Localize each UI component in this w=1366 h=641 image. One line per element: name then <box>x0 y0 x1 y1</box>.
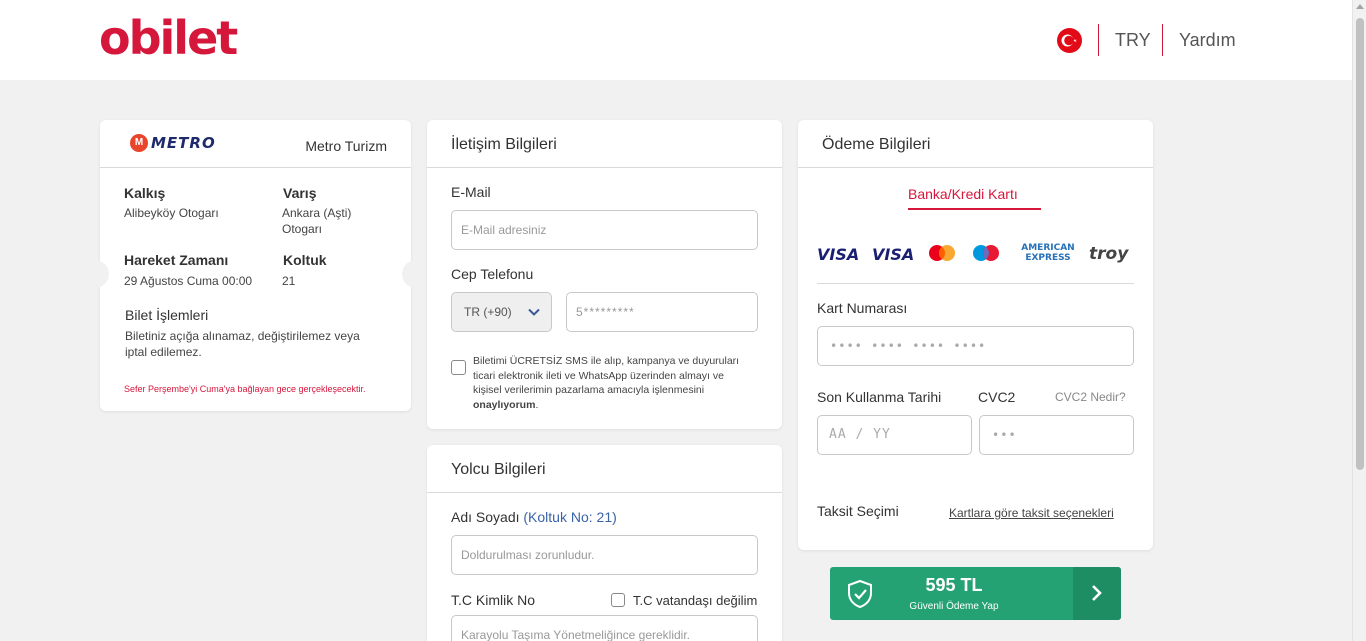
cvc-help-link[interactable]: CVC2 Nedir? <box>1055 390 1126 404</box>
tab-bank-credit-card[interactable]: Banka/Kredi Kartı <box>908 186 1018 202</box>
arrival-value-line1: Ankara (Aşti) <box>282 206 352 220</box>
mastercard-logo-icon <box>929 245 955 261</box>
consent-end: . <box>535 398 539 411</box>
page-scrollbar[interactable] <box>1352 0 1366 641</box>
contact-info-card: İletişim Bilgileri E-Mail E-Mail adresin… <box>427 120 782 429</box>
arrival-label: Varış <box>283 185 317 201</box>
ticket-operations-text-1: Biletiniz açığa alınamaz, değiştirilemez… <box>125 329 360 343</box>
ticket-notch-left <box>91 260 109 288</box>
ticket-notch-right <box>402 260 420 288</box>
country-code-select[interactable]: TR (+90) <box>451 292 552 332</box>
overnight-warning: Sefer Perşembe'yi Cuma'ya bağlayan gece … <box>124 384 366 394</box>
cvc-input[interactable]: ••• <box>979 415 1134 455</box>
card-divider <box>798 167 1153 168</box>
expiry-label: Son Kullanma Tarihi <box>817 389 942 405</box>
installment-options-link[interactable]: Kartlara göre taksit seçenekleri <box>949 506 1114 520</box>
contact-info-title: İletişim Bilgileri <box>451 136 557 153</box>
tc-id-label: T.C Kimlik No <box>451 592 536 608</box>
active-tab-indicator <box>908 208 1041 210</box>
email-label: E-Mail <box>451 184 491 200</box>
full-name-label-text: Adı Soyadı <box>451 509 520 525</box>
card-divider <box>100 167 411 168</box>
metro-logo-text: METRO <box>151 134 216 152</box>
american-express-logo-icon: AMERICAN EXPRESS <box>1021 243 1075 263</box>
not-citizen-label[interactable]: T.C vatandaşı değilim <box>633 593 757 608</box>
metro-turizm-logo: M METRO <box>130 134 216 152</box>
seat-value: 21 <box>282 274 296 288</box>
expiry-input[interactable]: AA / YY <box>817 415 972 455</box>
consent-line: kişisel verilerimin pazarlama amacıyla i… <box>473 384 705 396</box>
payment-info-title: Ödeme Bilgileri <box>822 136 931 153</box>
card-number-input[interactable]: •••• •••• •••• •••• <box>817 326 1134 366</box>
chevron-right-icon <box>1092 585 1102 601</box>
header-divider <box>1098 24 1099 56</box>
ticket-operations-label: Bilet İşlemleri <box>125 307 209 323</box>
departure-value: Alibeyköy Otogarı <box>124 206 219 220</box>
tc-id-input[interactable]: Karayolu Taşıma Yönetmeliğince gereklidi… <box>451 615 758 641</box>
card-divider <box>427 492 782 493</box>
trip-summary-card: M METRO Metro Turizm Kalkış Alibeyköy Ot… <box>91 120 420 411</box>
chevron-down-icon <box>528 308 540 316</box>
seat-label: Koltuk <box>283 252 327 268</box>
full-name-label: Adı Soyadı (Koltuk No: 21) <box>451 509 617 525</box>
sms-consent-text: Biletimi ÜCRETSİZ SMS ile alıp, kampanya… <box>473 354 758 412</box>
full-name-input[interactable]: Doldurulması zorunludur. <box>451 535 758 575</box>
brands-divider <box>817 283 1134 284</box>
pay-amount: 595 TL <box>925 575 983 595</box>
ticket-operations-text-2: iptal edilemez. <box>125 345 202 359</box>
turkey-flag-icon[interactable] <box>1057 28 1082 53</box>
header-divider <box>1162 24 1163 56</box>
payment-info-card: Ödeme Bilgileri Banka/Kredi Kartı VISA V… <box>798 120 1153 550</box>
sms-consent-checkbox[interactable] <box>451 360 466 375</box>
passenger-info-card: Yolcu Bilgileri Adı Soyadı (Koltuk No: 2… <box>427 445 782 641</box>
country-code-value: TR (+90) <box>464 305 512 319</box>
scroll-up-arrow-icon[interactable] <box>1356 4 1364 9</box>
passenger-info-title: Yolcu Bilgileri <box>451 461 546 478</box>
header: obilet TRY Yardım <box>0 0 1352 80</box>
troy-logo-icon: troy <box>1089 244 1129 264</box>
installment-label: Taksit Seçimi <box>817 503 899 519</box>
pay-arrow-button[interactable] <box>1073 567 1121 620</box>
currency-button[interactable]: TRY <box>1115 30 1151 51</box>
help-link[interactable]: Yardım <box>1179 30 1236 51</box>
consent-line: Biletimi ÜCRETSİZ SMS ile alıp, kampanya… <box>473 355 740 367</box>
not-citizen-checkbox[interactable] <box>611 593 625 607</box>
departure-label: Kalkış <box>124 185 166 201</box>
company-name: Metro Turizm <box>305 138 387 154</box>
phone-input[interactable]: 5********* <box>566 292 758 332</box>
departure-time-value: 29 Ağustos Cuma 00:00 <box>124 274 253 288</box>
departure-time-label: Hareket Zamanı <box>124 252 229 268</box>
metro-m-icon: M <box>130 134 148 152</box>
secure-pay-button[interactable]: 595 TL Güvenli Ödeme Yap <box>830 567 1121 620</box>
consent-approve-text: onaylıyorum <box>473 398 536 411</box>
card-number-label: Kart Numarası <box>817 300 908 316</box>
card-brands-row: VISA VISA AMERICAN EXPRESS troy <box>817 242 1135 266</box>
cvc-label: CVC2 <box>978 389 1016 405</box>
obilet-logo[interactable]: obilet <box>99 10 238 66</box>
consent-line: ticari elektronik ileti ve WhatsApp üzer… <box>473 369 724 382</box>
pay-subtitle: Güvenli Ödeme Yap <box>909 601 999 612</box>
card-divider <box>427 167 782 168</box>
scrollbar-thumb[interactable] <box>1356 18 1364 470</box>
email-input[interactable]: E-Mail adresiniz <box>451 210 758 250</box>
seat-number-note: (Koltuk No: 21) <box>523 509 617 525</box>
phone-label: Cep Telefonu <box>451 266 534 282</box>
arrival-value-line2: Otogarı <box>282 222 323 236</box>
visa-logo-icon: VISA <box>817 245 860 264</box>
visa-electron-logo-icon: VISA <box>872 245 915 264</box>
maestro-logo-icon <box>973 245 999 261</box>
